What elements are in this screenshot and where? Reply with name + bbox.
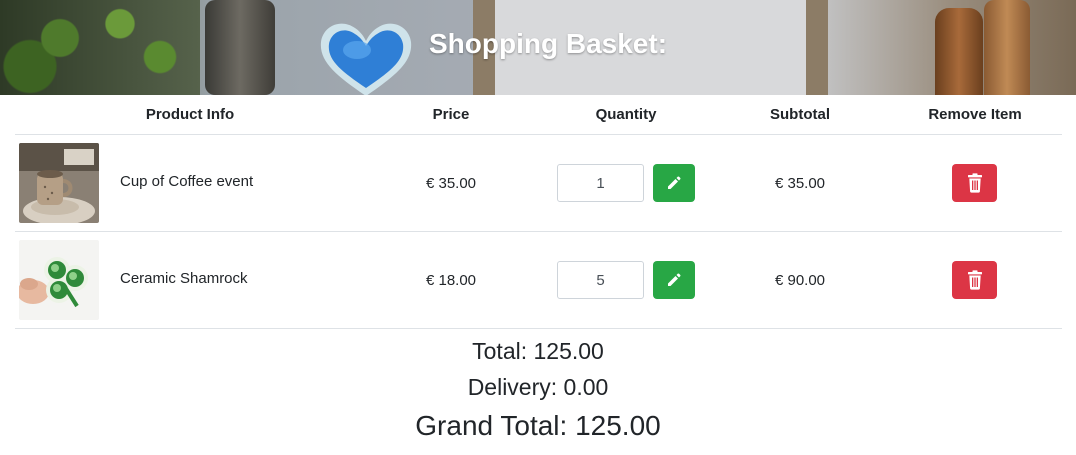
quantity-input[interactable] bbox=[557, 164, 644, 202]
table-row: Ceramic Shamrock € 18.00 € 90.00 bbox=[15, 232, 1062, 329]
pencil-icon bbox=[668, 273, 681, 286]
update-quantity-button[interactable] bbox=[653, 164, 695, 202]
banner-plant-decoration bbox=[0, 0, 200, 95]
table-row: Cup of Coffee event € 35.00 € 35.00 bbox=[15, 135, 1062, 232]
pencil-icon bbox=[668, 176, 681, 189]
delivery-cost: Delivery: 0.00 bbox=[467, 374, 609, 400]
product-price: € 35.00 bbox=[425, 175, 477, 192]
product-name[interactable]: Ceramic Shamrock bbox=[120, 270, 248, 287]
banner-jar-decoration bbox=[205, 0, 275, 95]
product-price: € 18.00 bbox=[425, 272, 477, 289]
grand-total: Grand Total: 125.00 bbox=[415, 410, 661, 441]
basket-total: Total: 125.00 bbox=[472, 338, 604, 364]
ceramic-shamrock-photo-icon bbox=[19, 240, 99, 320]
column-header-quantity: Quantity bbox=[595, 106, 657, 123]
header-banner: Shopping Basket: bbox=[0, 0, 1076, 95]
update-quantity-button[interactable] bbox=[653, 261, 695, 299]
banner-salt-mill-decoration bbox=[984, 0, 1030, 95]
trash-icon bbox=[967, 173, 982, 193]
basket-table: Product Info Price Quantity Subtotal Rem… bbox=[15, 95, 1062, 329]
coffee-cup-photo-icon bbox=[19, 143, 99, 223]
heart-icon bbox=[320, 23, 412, 95]
column-header-price: Price bbox=[432, 106, 470, 123]
product-thumbnail[interactable] bbox=[19, 240, 99, 320]
product-subtotal: € 35.00 bbox=[774, 175, 826, 192]
page-title: Shopping Basket: bbox=[429, 28, 668, 59]
remove-item-button[interactable] bbox=[952, 164, 997, 202]
trash-icon bbox=[967, 270, 982, 290]
product-name[interactable]: Cup of Coffee event bbox=[120, 173, 253, 190]
banner-pepper-mill-decoration bbox=[935, 8, 983, 95]
column-header-product-info: Product Info bbox=[145, 106, 235, 123]
product-thumbnail[interactable] bbox=[19, 143, 99, 223]
quantity-input[interactable] bbox=[557, 261, 644, 299]
table-header: Product Info Price Quantity Subtotal Rem… bbox=[15, 95, 1062, 135]
remove-item-button[interactable] bbox=[952, 261, 997, 299]
product-subtotal: € 90.00 bbox=[774, 272, 826, 289]
column-header-subtotal: Subtotal bbox=[770, 106, 830, 123]
column-header-remove-item: Remove Item bbox=[928, 106, 1022, 123]
